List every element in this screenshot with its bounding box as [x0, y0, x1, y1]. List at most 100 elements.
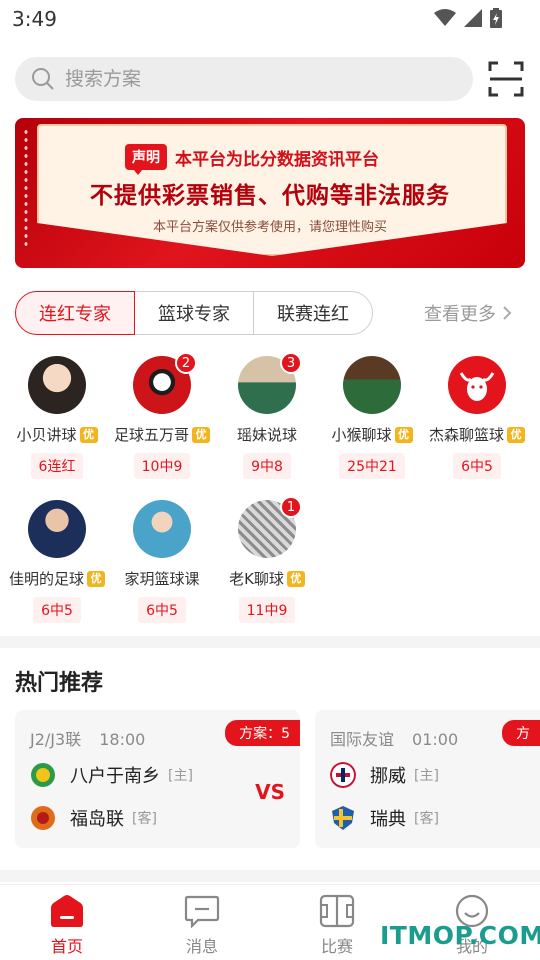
expert-name: 家玥篮球课 [124, 570, 200, 588]
home-team-role: [主] [168, 768, 193, 784]
home-team-row: 挪威 [主] [330, 762, 439, 788]
vip-badge: 优 [87, 570, 105, 587]
streak-badge: 6中5 [33, 597, 81, 623]
tab-basketball-experts[interactable]: 篮球专家 [134, 291, 254, 335]
plan-count-tag: 方案：5 [225, 720, 300, 746]
match-time: 18:00 [99, 730, 146, 749]
signal-icon [464, 9, 482, 27]
hot-section-title: 热门推荐 [15, 671, 104, 696]
nav-matches-label: 比赛 [320, 937, 353, 956]
message-icon [184, 895, 220, 928]
vip-badge: 优 [286, 570, 305, 587]
watermark: ITMOP.COM [380, 921, 540, 950]
expert-name: 老K聊球 [229, 570, 284, 588]
nav-home-label: 首页 [50, 937, 83, 956]
search-input[interactable] [65, 68, 425, 90]
expert-name: 足球五万哥 [113, 426, 189, 444]
search-bar[interactable] [15, 57, 473, 101]
status-time: 3:49 [12, 7, 57, 31]
streak-badge: 11中9 [238, 597, 296, 623]
team-logo-icon [31, 763, 55, 787]
notification-badge: 3 [280, 352, 302, 374]
match-league: 国际友谊 01:00 [330, 726, 458, 750]
expert-name: 小猴聊球 [331, 426, 392, 444]
expert-card[interactable]: 杰森聊篮球优 6中5 [425, 356, 529, 479]
away-team-name: 福岛联 [70, 809, 124, 830]
avatar: 2 [133, 352, 197, 414]
nav-messages[interactable]: 消息 [152, 893, 252, 957]
bull-icon [459, 372, 495, 401]
plan-count-tag: 方 [502, 720, 540, 746]
home-team-role: [主] [414, 768, 439, 784]
away-team-role: [客] [132, 811, 157, 827]
home-team-name: 八户于南乡 [70, 766, 160, 787]
notice-banner[interactable]: 声明 本平台为比分数据资讯平台 不提供彩票销售、代购等非法服务 本平台方案仅供参… [15, 118, 525, 268]
avatar [28, 500, 86, 558]
team-logo-icon [332, 806, 354, 830]
vip-badge: 优 [507, 426, 525, 443]
streak-badge: 10中9 [133, 453, 191, 479]
section-divider [0, 636, 540, 648]
see-more-label: 查看更多 [424, 304, 496, 325]
expert-card[interactable]: 小猴聊球优 25中21 [320, 356, 424, 479]
nav-messages-label: 消息 [185, 937, 218, 956]
away-team-role: [客] [414, 811, 439, 827]
expert-card[interactable]: 3 瑶妹说球 9中8 [215, 352, 319, 479]
home-team-name: 挪威 [370, 766, 406, 787]
notice-sub-text: 本平台方案仅供参考使用，请您理性购买 [152, 220, 387, 235]
team-logo-icon [31, 806, 55, 830]
avatar [343, 356, 401, 414]
see-more-link[interactable]: 查看更多 [424, 300, 512, 326]
notification-badge: 2 [175, 352, 197, 374]
battery-icon [490, 8, 502, 28]
league-name: J2/J3联 [30, 730, 82, 749]
vip-badge: 优 [192, 426, 210, 443]
streak-badge: 6连红 [30, 453, 84, 479]
expert-card[interactable]: 小贝讲球优 6连红 [5, 356, 109, 479]
wifi-icon [434, 9, 456, 26]
avatar: 1 [238, 496, 302, 558]
avatar [133, 500, 191, 558]
expert-name: 小贝讲球 [16, 426, 77, 444]
scan-icon [488, 61, 524, 97]
match-card[interactable]: J2/J3联 18:00 方案：5 八户于南乡 [主] 福岛联 [客] VS [15, 710, 300, 848]
status-icons [434, 8, 502, 28]
section-divider [0, 870, 540, 882]
match-card[interactable]: 国际友谊 01:00 方 挪威 [主] 瑞典 [客] [315, 710, 540, 848]
expert-name: 佳明的足球 [8, 570, 84, 588]
search-icon [32, 68, 54, 90]
status-bar: 3:49 [0, 0, 540, 40]
tab-league-streak[interactable]: 联赛连红 [253, 291, 373, 335]
expert-name: 瑶妹说球 [236, 426, 297, 444]
nav-matches[interactable]: 比赛 [287, 893, 387, 957]
league-name: 国际友谊 [330, 730, 395, 749]
expert-card[interactable]: 1 老K聊球优 11中9 [215, 496, 319, 623]
streak-badge: 9中8 [243, 453, 291, 479]
notice-title: 本平台为比分数据资讯平台 [175, 149, 379, 170]
vip-badge: 优 [79, 426, 98, 443]
away-team-row: 瑞典 [客] [330, 805, 439, 831]
home-team-row: 八户于南乡 [主] [30, 762, 193, 788]
expert-card[interactable]: 佳明的足球优 6中5 [5, 500, 109, 623]
notice-main-text: 不提供彩票销售、代购等非法服务 [90, 183, 450, 209]
nav-home[interactable]: 首页 [17, 893, 117, 957]
away-team-row: 福岛联 [客] [30, 805, 157, 831]
avatar: 3 [238, 352, 302, 414]
streak-badge: 6中5 [453, 453, 501, 479]
away-team-name: 瑞典 [370, 809, 406, 830]
notice-tag: 声明 [125, 144, 167, 175]
vs-label: VS [255, 780, 285, 804]
notification-badge: 1 [280, 496, 302, 518]
expert-card[interactable]: 2 足球五万哥优 10中9 [110, 352, 214, 479]
expert-card[interactable]: 家玥篮球课 6中5 [110, 500, 214, 623]
match-league: J2/J3联 18:00 [30, 726, 145, 750]
expert-tabs: 连红专家 篮球专家 联赛连红 [15, 291, 373, 335]
chevron-right-icon [503, 306, 512, 320]
vip-badge: 优 [394, 426, 413, 443]
expert-name: 杰森聊篮球 [428, 426, 504, 444]
pitch-icon [319, 894, 355, 928]
tab-streak-experts[interactable]: 连红专家 [15, 291, 135, 335]
scan-button[interactable] [488, 61, 524, 97]
avatar [448, 356, 506, 414]
streak-badge: 6中5 [138, 597, 186, 623]
